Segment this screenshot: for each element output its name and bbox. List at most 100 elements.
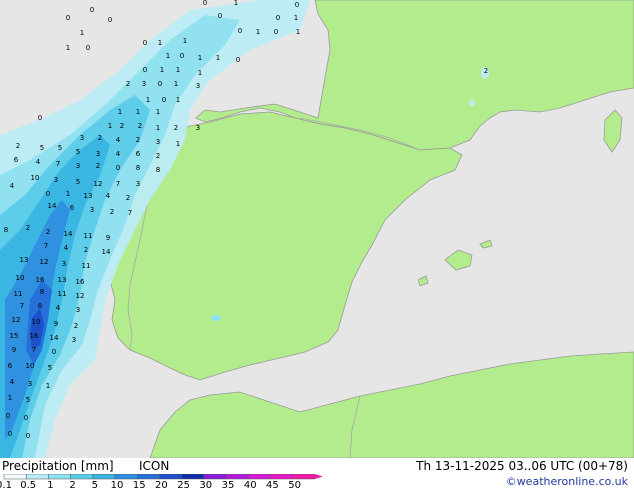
legend-label: 35 [222, 480, 235, 490]
precip-value: 0 [38, 114, 42, 122]
legend-swatch [292, 474, 316, 480]
legend-label: 0.1 [0, 480, 12, 490]
precip-value: 2 [126, 194, 130, 202]
precip-value: 4 [10, 182, 15, 190]
legend-swatch [247, 474, 271, 480]
precip-value: 2 [120, 122, 124, 130]
precip-value: 0 [8, 430, 12, 438]
precip-value: 1 [118, 108, 122, 116]
precip-value: 0 [236, 56, 240, 64]
precip-value: 1 [136, 108, 140, 116]
precip-value: 1 [66, 190, 70, 198]
precip-value: 5 [76, 178, 80, 186]
legend-label: 50 [288, 480, 301, 490]
precip-value: 7 [56, 160, 60, 168]
precip-value: 3 [80, 134, 84, 142]
precip-value: 4 [36, 158, 41, 166]
precip-value: 2 [484, 67, 488, 75]
precip-value: 1 [216, 54, 220, 62]
color-scale-legend: 0.10.5125101520253035404550 [0, 474, 323, 490]
precip-value: 11 [84, 232, 93, 240]
precip-value: 3 [156, 138, 160, 146]
legend-swatch [136, 474, 160, 480]
precip-value: 1 [174, 80, 178, 88]
legend-swatch [181, 474, 205, 480]
legend-swatch [92, 474, 116, 480]
precip-value: 4 [116, 150, 121, 158]
precip-value: 12 [40, 258, 49, 266]
precip-value: 1 [80, 29, 84, 37]
precip-value: 6 [14, 156, 19, 164]
precip-value: 0 [24, 414, 28, 422]
precip-value: 2 [16, 142, 20, 150]
precip-value: 0 [108, 16, 112, 24]
precip-value: 5 [26, 396, 30, 404]
footer-legend-bar: Precipitation [mm] ICON Th 13-11-2025 03… [0, 458, 634, 490]
valid-time: Th 13-11-2025 03..06 UTC (00+78) [416, 459, 628, 473]
precip-value: 0 [6, 412, 10, 420]
legend-arrow [314, 474, 323, 479]
precip-value: 1 [256, 28, 260, 36]
precip-value: 1 [176, 66, 180, 74]
precip-value: 0 [52, 348, 56, 356]
precip-value: 2 [138, 122, 142, 130]
precip-value: 13 [84, 192, 93, 200]
precip-value: 14 [50, 334, 59, 342]
precip-value: 1 [156, 124, 160, 132]
credit-link[interactable]: ©weatheronline.co.uk [506, 475, 628, 488]
precip-value: 5 [48, 364, 52, 372]
legend-swatch [25, 474, 49, 480]
precip-value: 14 [64, 230, 73, 238]
precip-value: 12 [12, 316, 21, 324]
legend-swatch [114, 474, 138, 480]
precip-value: 0 [276, 14, 280, 22]
precip-value: 7 [32, 346, 36, 354]
precip-value: 0 [295, 1, 299, 9]
precip-value: 11 [14, 290, 23, 298]
precip-value: 0 [274, 28, 278, 36]
legend-label: 25 [177, 480, 190, 490]
precip-value: 16 [30, 332, 39, 340]
precip-value: 12 [94, 180, 103, 188]
legend-label: 0.5 [20, 480, 36, 490]
precip-value: 7 [128, 209, 132, 217]
precip-value: 6 [70, 204, 75, 212]
precip-value: 5 [76, 148, 80, 156]
precip-value: 8 [156, 166, 160, 174]
precip-value: 3 [54, 176, 58, 184]
precip-value: 0 [26, 432, 30, 440]
legend-label: 45 [266, 480, 279, 490]
precip-value: 9 [54, 320, 58, 328]
precip-value: 4 [56, 304, 61, 312]
precip-value: 2 [84, 246, 88, 254]
legend-swatch [270, 474, 293, 480]
precip-value: 7 [116, 180, 120, 188]
precip-value: 0 [46, 190, 50, 198]
precip-value: 14 [48, 202, 57, 210]
legend-swatch [203, 474, 227, 480]
precip-value: 1 [156, 108, 160, 116]
precip-value: 0 [238, 27, 242, 35]
precip-value: 4 [116, 136, 121, 144]
precip-value: 9 [106, 234, 110, 242]
precip-value: 1 [46, 382, 50, 390]
precip-value: 4 [10, 378, 15, 386]
precip-value: 3 [76, 162, 80, 170]
precip-value: 4 [64, 244, 69, 252]
precip-value: 1 [296, 28, 300, 36]
precip-value: 2 [174, 124, 178, 132]
precip-value: 2 [126, 80, 130, 88]
precip-value: 5 [40, 144, 44, 152]
precip-value: 10 [31, 174, 40, 182]
precip-value: 0 [218, 12, 222, 20]
legend-swatch [225, 474, 249, 480]
precip-value: 4 [106, 192, 111, 200]
precip-value: 8 [136, 164, 140, 172]
precip-value: 13 [58, 276, 67, 284]
precip-value: 11 [82, 262, 91, 270]
precip-value: 0 [158, 80, 162, 88]
precip-value: 1 [8, 394, 12, 402]
precip-value: 1 [66, 44, 70, 52]
precip-value: 2 [136, 136, 140, 144]
precip-value: 3 [142, 80, 146, 88]
